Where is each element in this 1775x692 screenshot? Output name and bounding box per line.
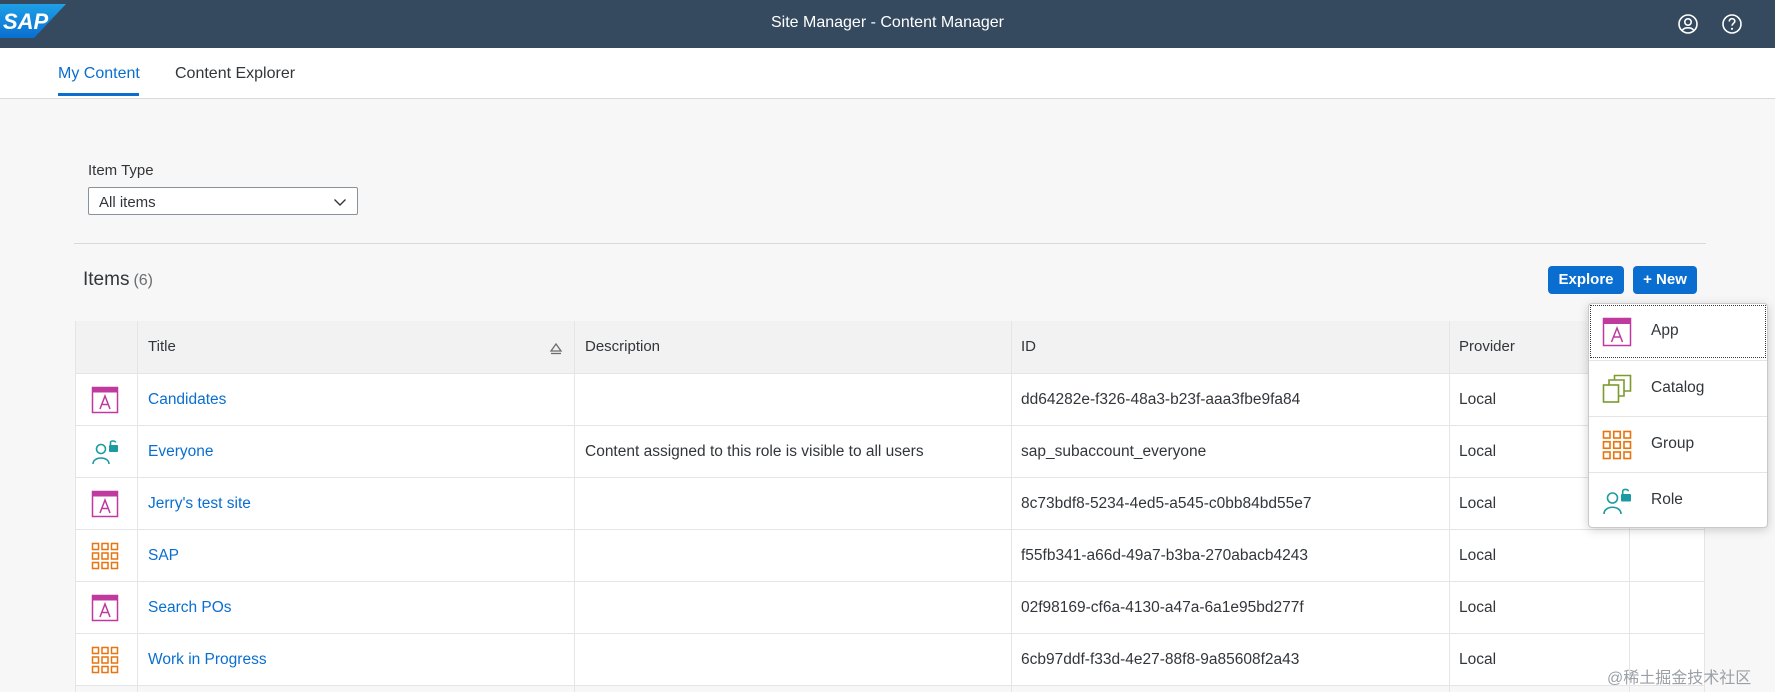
row-id: 8c73bdf8-5234-4ed5-a545-c0bb84bd55e7	[1021, 495, 1312, 512]
table-row[interactable]: Search POs 02f98169-cf6a-4130-a47a-6a1e9…	[75, 582, 1705, 634]
watermark: @稀土掘金技术社区	[1607, 670, 1752, 687]
column-header-description[interactable]: Description	[585, 338, 660, 355]
row-title-link[interactable]: Work in Progress	[148, 651, 267, 669]
menu-item-label: Role	[1651, 491, 1683, 508]
column-separator	[574, 321, 575, 692]
table-row[interactable]: Work in Progress 6cb97ddf-f33d-4e27-88f8…	[75, 634, 1705, 686]
row-id: 02f98169-cf6a-4130-a47a-6a1e95bd277f	[1021, 599, 1304, 616]
active-tab-indicator	[58, 93, 139, 96]
menu-item-group[interactable]: Group	[1589, 416, 1767, 471]
app-icon	[91, 594, 119, 622]
column-header-provider[interactable]: Provider	[1459, 338, 1515, 355]
group-icon	[1602, 430, 1632, 460]
shell-bar: SAP Site Manager - Content Manager	[0, 0, 1775, 48]
tab-bar: My Content Content Explorer	[0, 48, 1775, 99]
item-type-value: All items	[99, 194, 156, 211]
catalog-icon	[1602, 374, 1632, 403]
item-type-label: Item Type	[88, 162, 154, 179]
item-type-select[interactable]: All items	[88, 187, 358, 215]
row-title-link[interactable]: Candidates	[148, 391, 226, 409]
column-separator	[1011, 321, 1012, 692]
column-header-title[interactable]: Title	[148, 338, 176, 355]
row-title-link[interactable]: SAP	[148, 547, 179, 565]
chevron-down-icon	[334, 199, 346, 206]
column-separator	[75, 321, 76, 692]
filter-divider	[74, 243, 1706, 244]
group-icon	[91, 646, 119, 674]
table-row[interactable]: SAP f55fb341-a66d-49a7-b3ba-270abacb4243…	[75, 530, 1705, 582]
role-icon	[1603, 488, 1631, 515]
app-icon	[1602, 317, 1632, 347]
app-icon	[91, 386, 119, 414]
tab-content-explorer[interactable]: Content Explorer	[175, 65, 295, 83]
row-id: sap_subaccount_everyone	[1021, 443, 1207, 460]
column-separator	[1449, 321, 1450, 692]
table-row[interactable]: Candidates dd64282e-f326-48a3-b23f-aaa3f…	[75, 374, 1705, 426]
column-header-id[interactable]: ID	[1021, 338, 1036, 355]
table-header: Title Description ID Provider	[75, 321, 1705, 374]
shell-title: Site Manager - Content Manager	[770, 14, 1004, 31]
sort-ascending-icon[interactable]	[549, 341, 563, 355]
row-title-link[interactable]: Jerry's test site	[148, 495, 251, 513]
menu-item-role[interactable]: Role	[1589, 472, 1767, 527]
role-icon	[92, 440, 118, 465]
tab-my-content[interactable]: My Content	[58, 65, 140, 83]
user-icon[interactable]	[1676, 12, 1700, 36]
menu-item-label: App	[1651, 322, 1679, 339]
menu-item-app[interactable]: App	[1589, 304, 1767, 359]
menu-item-label: Catalog	[1651, 379, 1705, 396]
new-button[interactable]: + New	[1633, 266, 1697, 294]
row-id: 6cb97ddf-f33d-4e27-88f8-9a85608f2a43	[1021, 651, 1300, 668]
table-row[interactable]: Everyone Content assigned to this role i…	[75, 426, 1705, 478]
row-provider: Local	[1459, 443, 1497, 460]
column-separator	[137, 321, 138, 692]
row-provider: Local	[1459, 651, 1497, 668]
row-id: dd64282e-f326-48a3-b23f-aaa3fbe9fa84	[1021, 391, 1301, 408]
row-provider: Local	[1459, 391, 1497, 408]
explore-button[interactable]: Explore	[1548, 266, 1624, 294]
group-icon	[91, 542, 119, 570]
table-row[interactable]: Jerry's test site 8c73bdf8-5234-4ed5-a54…	[75, 478, 1705, 530]
items-title-text: Items	[83, 269, 130, 290]
menu-item-label: Group	[1651, 435, 1695, 452]
row-title-link[interactable]: Everyone	[148, 443, 213, 461]
new-item-menu: App Catalog Group Role	[1588, 303, 1768, 528]
row-provider: Local	[1459, 495, 1497, 512]
items-title: Items (6)	[83, 269, 153, 291]
items-count: (6)	[133, 272, 154, 289]
row-description: Content assigned to this role is visible…	[585, 443, 924, 460]
row-provider: Local	[1459, 599, 1497, 616]
row-id: f55fb341-a66d-49a7-b3ba-270abacb4243	[1021, 547, 1308, 564]
menu-item-catalog[interactable]: Catalog	[1589, 360, 1767, 415]
row-provider: Local	[1459, 547, 1497, 564]
help-icon[interactable]	[1720, 12, 1744, 36]
row-title-link[interactable]: Search POs	[148, 599, 232, 617]
app-icon	[91, 490, 119, 518]
